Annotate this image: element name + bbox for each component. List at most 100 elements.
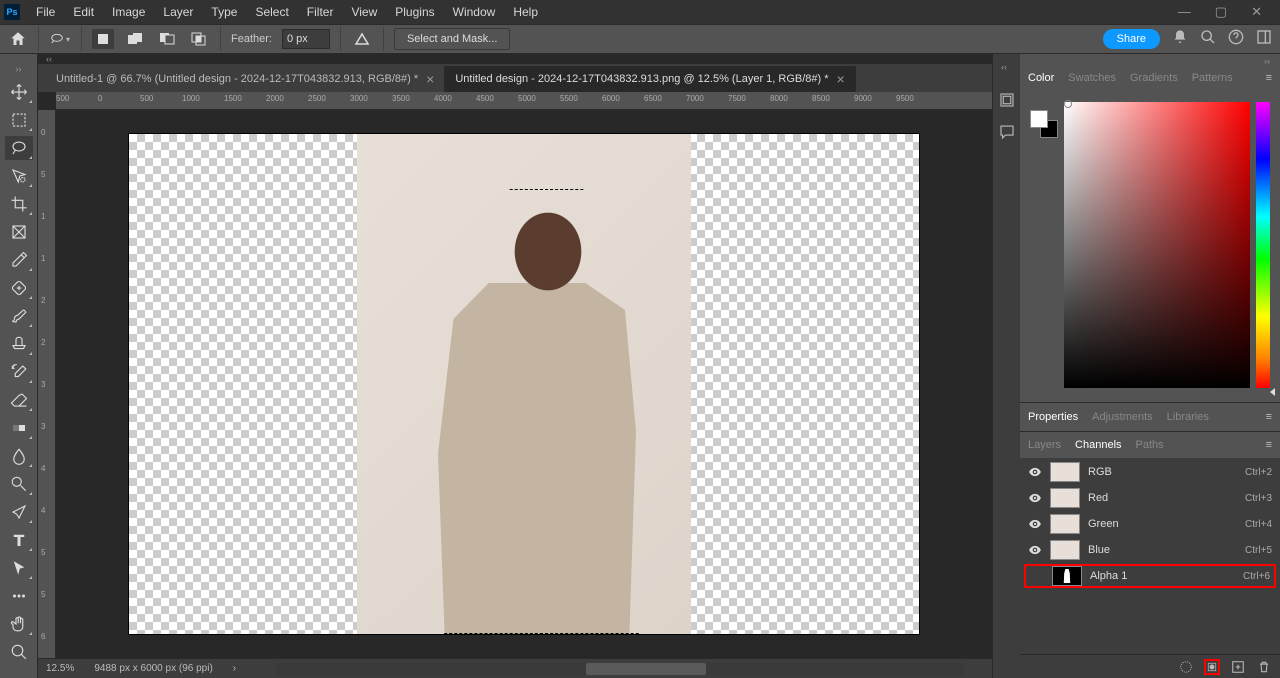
visibility-toggle-icon[interactable] — [1028, 543, 1042, 557]
channel-thumbnail[interactable] — [1052, 566, 1082, 586]
channel-thumbnail[interactable] — [1050, 514, 1080, 534]
help-icon[interactable] — [1228, 29, 1244, 49]
tab-patterns[interactable]: Patterns — [1192, 68, 1233, 88]
color-field[interactable] — [1064, 102, 1250, 388]
document-dimensions[interactable]: 9488 px x 6000 px (96 ppi) — [94, 663, 212, 674]
channel-row-blue[interactable]: BlueCtrl+5 — [1024, 538, 1276, 562]
tab-properties[interactable]: Properties — [1028, 407, 1078, 427]
canvas[interactable] — [56, 110, 992, 658]
gradient-tool[interactable] — [5, 416, 33, 440]
menu-image[interactable]: Image — [104, 1, 153, 23]
tab-swatches[interactable]: Swatches — [1068, 68, 1116, 88]
visibility-toggle-icon[interactable] — [1028, 465, 1042, 479]
document-tab-2[interactable]: Untitled design - 2024-12-17T043832.913.… — [445, 66, 855, 92]
scrollbar-thumb[interactable] — [586, 663, 706, 675]
crop-tool[interactable] — [5, 192, 33, 216]
tab-gradients[interactable]: Gradients — [1130, 68, 1178, 88]
hue-slider[interactable] — [1256, 102, 1270, 388]
visibility-toggle-icon[interactable] — [1030, 569, 1044, 583]
dock-expand-icon[interactable]: ‹‹ — [997, 60, 1011, 74]
home-button[interactable] — [8, 29, 28, 49]
anti-alias-icon[interactable] — [351, 29, 373, 49]
menu-edit[interactable]: Edit — [65, 1, 102, 23]
save-selection-as-channel-icon[interactable] — [1204, 659, 1220, 675]
document-tab-1[interactable]: Untitled-1 @ 66.7% (Untitled design - 20… — [46, 66, 445, 92]
panel-menu-icon[interactable]: ≡ — [1266, 411, 1272, 423]
frame-tool[interactable] — [5, 220, 33, 244]
tab-libraries[interactable]: Libraries — [1167, 407, 1209, 427]
add-selection-icon[interactable] — [124, 29, 146, 49]
brush-tool[interactable] — [5, 304, 33, 328]
menu-window[interactable]: Window — [445, 1, 504, 23]
tab-close-icon[interactable]: × — [426, 71, 434, 87]
tab-adjustments[interactable]: Adjustments — [1092, 407, 1153, 427]
dodge-tool[interactable] — [5, 472, 33, 496]
channel-row-rgb[interactable]: RGBCtrl+2 — [1024, 460, 1276, 484]
zoom-tool[interactable] — [5, 640, 33, 664]
panel-expand-icon[interactable]: ›› — [1260, 54, 1274, 64]
foreground-swatch[interactable] — [1030, 110, 1048, 128]
new-channel-icon[interactable] — [1230, 659, 1246, 675]
menu-filter[interactable]: Filter — [299, 1, 342, 23]
status-chevron-icon[interactable]: › — [233, 663, 236, 674]
move-tool[interactable] — [5, 80, 33, 104]
ruler-vertical[interactable]: 0511223344556 — [38, 110, 56, 658]
delete-channel-icon[interactable] — [1256, 659, 1272, 675]
lasso-tool[interactable] — [5, 136, 33, 160]
eyedropper-tool[interactable] — [5, 248, 33, 272]
path-selection-tool[interactable] — [5, 556, 33, 580]
menu-type[interactable]: Type — [203, 1, 245, 23]
toolbar-expand-icon[interactable]: ›› — [12, 62, 26, 76]
clone-stamp-tool[interactable] — [5, 332, 33, 356]
channel-thumbnail[interactable] — [1050, 462, 1080, 482]
marquee-tool[interactable] — [5, 108, 33, 132]
subtract-selection-icon[interactable] — [156, 29, 178, 49]
panel-menu-icon[interactable]: ≡ — [1266, 72, 1272, 84]
maximize-icon[interactable]: ▢ — [1209, 2, 1233, 22]
blur-tool[interactable] — [5, 444, 33, 468]
visibility-toggle-icon[interactable] — [1028, 491, 1042, 505]
more-tools[interactable] — [5, 584, 33, 608]
eraser-tool[interactable] — [5, 388, 33, 412]
channel-row-red[interactable]: RedCtrl+3 — [1024, 486, 1276, 510]
tab-channels[interactable]: Channels — [1075, 435, 1121, 455]
tab-close-icon[interactable]: × — [837, 71, 845, 87]
tab-paths[interactable]: Paths — [1136, 435, 1164, 455]
tab-color[interactable]: Color — [1028, 68, 1054, 88]
history-brush-tool[interactable] — [5, 360, 33, 384]
select-and-mask-button[interactable]: Select and Mask... — [394, 28, 511, 50]
menu-view[interactable]: View — [343, 1, 385, 23]
menu-layer[interactable]: Layer — [155, 1, 201, 23]
search-icon[interactable] — [1200, 29, 1216, 49]
zoom-level[interactable]: 12.5% — [46, 663, 74, 674]
pen-tool[interactable] — [5, 500, 33, 524]
panel-menu-icon[interactable]: ≡ — [1266, 439, 1272, 451]
close-icon[interactable]: ✕ — [1245, 2, 1268, 22]
channel-thumbnail[interactable] — [1050, 488, 1080, 508]
comments-dock-icon[interactable] — [997, 122, 1017, 142]
menu-help[interactable]: Help — [505, 1, 546, 23]
feather-input[interactable] — [282, 29, 330, 49]
load-selection-icon[interactable] — [1178, 659, 1194, 675]
healing-tool[interactable] — [5, 276, 33, 300]
menu-select[interactable]: Select — [247, 1, 296, 23]
horizontal-scrollbar[interactable] — [276, 663, 964, 675]
minimize-icon[interactable]: — — [1172, 2, 1197, 22]
hand-tool[interactable] — [5, 612, 33, 636]
channel-thumbnail[interactable] — [1050, 540, 1080, 560]
channel-row-green[interactable]: GreenCtrl+4 — [1024, 512, 1276, 536]
notifications-icon[interactable] — [1172, 29, 1188, 49]
type-tool[interactable] — [5, 528, 33, 552]
intersect-selection-icon[interactable] — [188, 29, 210, 49]
menu-file[interactable]: File — [28, 1, 63, 23]
channel-row-alpha-1[interactable]: Alpha 1Ctrl+6 — [1024, 564, 1276, 588]
menu-plugins[interactable]: Plugins — [387, 1, 442, 23]
tab-layers[interactable]: Layers — [1028, 435, 1061, 455]
new-selection-icon[interactable] — [92, 29, 114, 49]
share-button[interactable]: Share — [1103, 29, 1160, 49]
visibility-toggle-icon[interactable] — [1028, 517, 1042, 531]
ruler-horizontal[interactable]: 5000500100015002000250030003500400045005… — [56, 92, 992, 110]
history-dock-icon[interactable] — [997, 90, 1017, 110]
quick-selection-tool[interactable] — [5, 164, 33, 188]
lasso-tool-icon[interactable]: ▾ — [49, 29, 71, 49]
